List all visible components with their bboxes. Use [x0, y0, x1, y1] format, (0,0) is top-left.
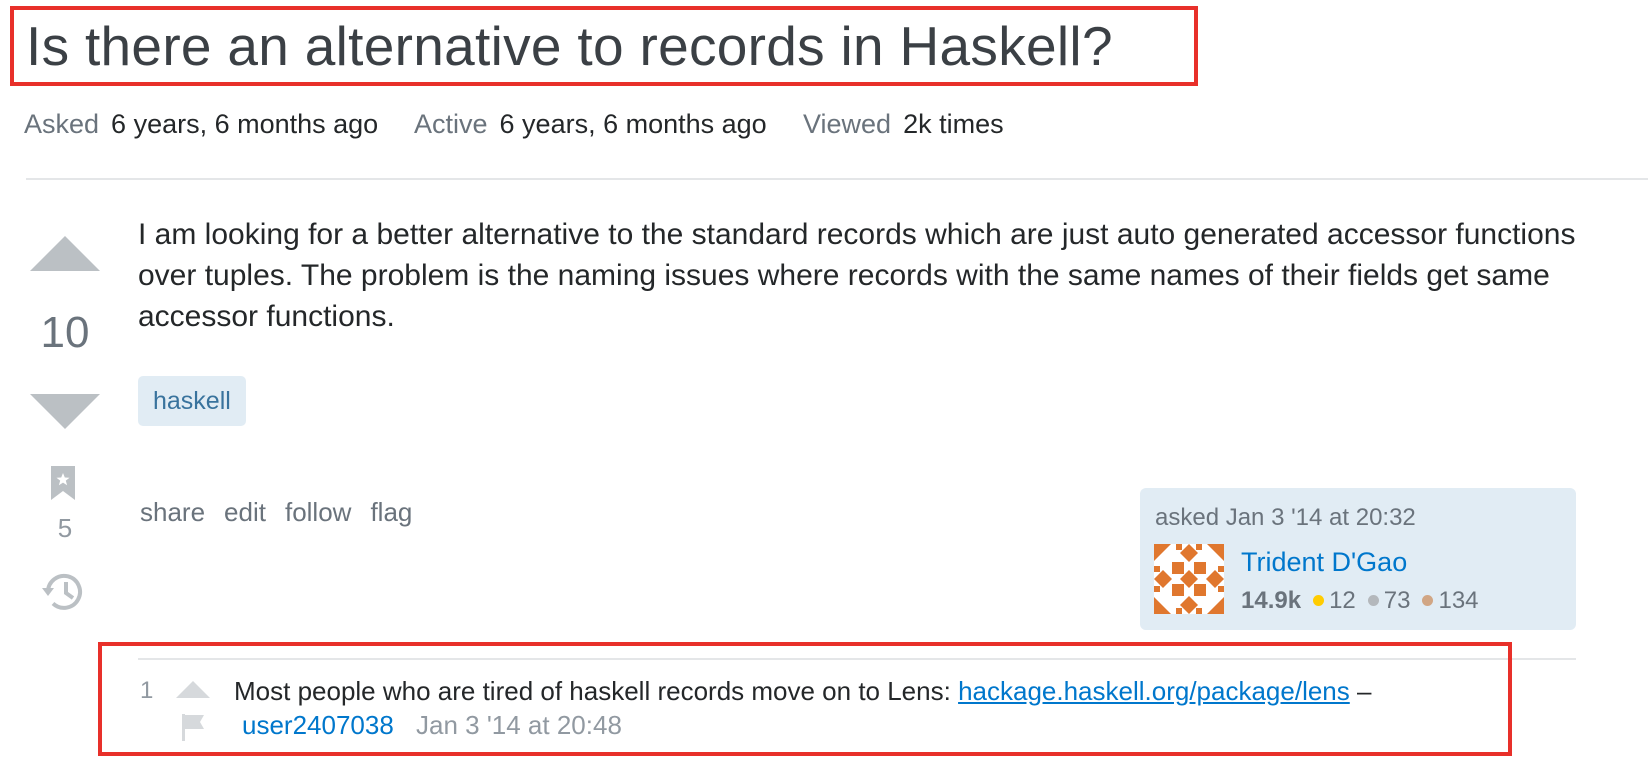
bronze-badge-icon — [1422, 595, 1434, 607]
meta-viewed-label: Viewed — [803, 109, 892, 139]
owner-reputation: 14.9k 12 73 134 — [1241, 584, 1479, 618]
meta-active: Active 6 years, 6 months ago — [414, 104, 767, 144]
share-link[interactable]: share — [140, 497, 205, 527]
vote-down-icon[interactable] — [30, 394, 100, 429]
gold-badge-icon — [1313, 595, 1325, 607]
reputation-score: 14.9k — [1241, 587, 1302, 614]
flag-link[interactable]: flag — [370, 497, 412, 527]
silver-badge-count: 73 — [1383, 587, 1411, 614]
follow-link[interactable]: follow — [285, 497, 351, 527]
meta-viewed: Viewed 2k times — [803, 104, 1004, 144]
question-title[interactable]: Is there an alternative to records in Ha… — [26, 10, 1113, 82]
bookmark-icon[interactable] — [49, 464, 77, 502]
question-body: I am looking for a better alternative to… — [138, 218, 1576, 333]
meta-asked: Asked 6 years, 6 months ago — [24, 104, 378, 144]
meta-active-label: Active — [414, 109, 488, 139]
bookmark-count: 5 — [57, 513, 73, 543]
comment-body: Most people who are tired of haskell rec… — [234, 676, 959, 706]
gold-badge-count: 12 — [1329, 587, 1356, 614]
owner-name[interactable]: Trident D'Gao — [1241, 544, 1407, 580]
history-icon[interactable] — [40, 568, 88, 616]
header-divider — [26, 178, 1648, 180]
vote-count: 10 — [40, 308, 90, 357]
comment-text: Most people who are tired of haskell rec… — [234, 674, 1371, 708]
meta-asked-label: Asked — [24, 109, 100, 139]
meta-asked-value: 6 years, 6 months ago — [111, 109, 379, 139]
asked-time: asked Jan 3 '14 at 20:32 — [1155, 504, 1416, 531]
comment-date[interactable]: Jan 3 '14 at 20:48 — [416, 708, 622, 742]
meta-viewed-value: 2k times — [903, 109, 1004, 139]
silver-badge-icon — [1367, 595, 1379, 607]
comment-link[interactable]: hackage.haskell.org/package/lens — [958, 676, 1350, 706]
tag-haskell[interactable]: haskell — [138, 376, 246, 426]
comment-upvote-icon[interactable] — [176, 681, 210, 698]
comment-score: 1 — [140, 677, 154, 704]
edit-link[interactable]: edit — [224, 497, 266, 527]
bronze-badge-count: 134 — [1438, 587, 1479, 614]
comment-dash: – — [1349, 676, 1372, 706]
post-menu: share edit follow flag — [140, 494, 431, 530]
flag-icon[interactable] — [180, 712, 206, 742]
comment-user[interactable]: user2407038 — [242, 708, 394, 742]
avatar[interactable] — [1154, 544, 1224, 614]
vote-up-icon[interactable] — [30, 236, 100, 271]
meta-active-value[interactable]: 6 years, 6 months ago — [500, 109, 767, 139]
